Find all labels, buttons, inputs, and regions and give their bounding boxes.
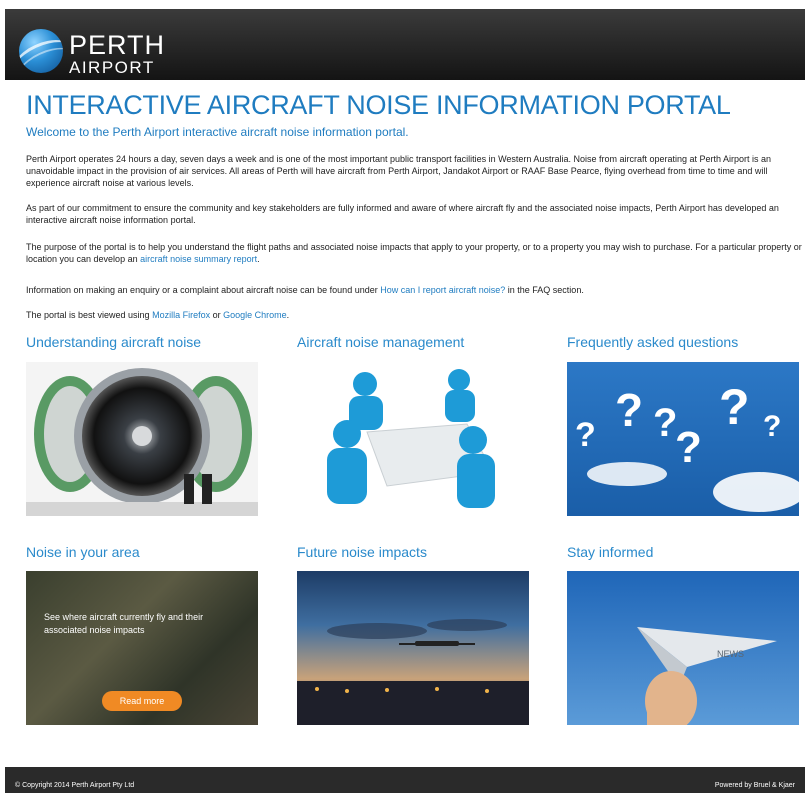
intro-paragraph-4: Information on making an enquiry or a co… — [26, 284, 802, 296]
welcome-text: Welcome to the Perth Airport interactive… — [26, 125, 409, 139]
paragraph-5-mid: or — [210, 310, 224, 320]
site-footer: © Copyright 2014 Perth Airport Pty Ltd P… — [5, 767, 805, 793]
section-title-stay-informed[interactable]: Stay informed — [567, 544, 653, 560]
section-title-noise-in-area[interactable]: Noise in your area — [26, 544, 140, 560]
intro-paragraph-5: The portal is best viewed using Mozilla … — [26, 309, 802, 321]
faq-clouds-image[interactable]: ? ? ? ? ? ? — [567, 362, 799, 516]
section-title-noise-management[interactable]: Aircraft noise management — [297, 334, 464, 350]
paragraph-4-text: Information on making an enquiry or a co… — [26, 285, 381, 295]
report-noise-faq-link[interactable]: How can I report aircraft noise? — [380, 285, 505, 295]
perth-airport-logo-icon[interactable] — [19, 29, 63, 73]
paragraph-5-text: The portal is best viewed using — [26, 310, 153, 320]
question-cloud-icon: ? ? ? ? ? ? — [575, 379, 799, 512]
brand-subname[interactable]: AIRPORT — [69, 59, 155, 76]
powered-by-text[interactable]: Powered by Bruel & Kjaer — [715, 782, 795, 789]
puzzle-figures-icon — [327, 369, 495, 508]
paper-plane-icon: NEWS — [637, 627, 777, 725]
chrome-link[interactable]: Google Chrome — [223, 310, 287, 320]
svg-text:?: ? — [653, 401, 677, 445]
intro-paragraph-3: The purpose of the portal is to help you… — [26, 241, 802, 265]
paragraph-5-end: . — [286, 310, 290, 320]
svg-text:?: ? — [719, 379, 750, 435]
paper-plane-text: NEWS — [717, 649, 744, 659]
future-noise-image[interactable] — [297, 571, 529, 725]
svg-text:?: ? — [615, 384, 643, 436]
section-title-faq[interactable]: Frequently asked questions — [567, 334, 738, 350]
stay-informed-image[interactable]: NEWS — [567, 571, 799, 725]
read-more-button[interactable]: Read more — [102, 691, 182, 711]
intro-paragraph-1: Perth Airport operates 24 hours a day, s… — [26, 154, 772, 188]
section-title-future-impacts[interactable]: Future noise impacts — [297, 544, 427, 560]
paragraph-3-end: . — [257, 254, 260, 264]
brand-name[interactable]: PERTH — [69, 32, 165, 59]
svg-text:?: ? — [575, 416, 596, 454]
copyright-text: © Copyright 2014 Perth Airport Pty Ltd — [15, 782, 135, 789]
jet-engine-icon — [26, 368, 258, 516]
jet-engine-image[interactable] — [26, 362, 258, 516]
svg-text:?: ? — [763, 410, 781, 443]
page-title: INTERACTIVE AIRCRAFT NOISE INFORMATION P… — [26, 90, 731, 120]
site-header: PERTH AIRPORT — [5, 9, 805, 80]
noise-area-map-image[interactable]: See where aircraft currently fly and the… — [26, 571, 258, 725]
noise-area-overlay-text: See where aircraft currently fly and the… — [44, 612, 204, 635]
section-title-understanding-noise[interactable]: Understanding aircraft noise — [26, 334, 201, 350]
noise-summary-report-link[interactable]: aircraft noise summary report — [140, 254, 257, 264]
paragraph-4-end: in the FAQ section. — [505, 285, 584, 295]
airplane-icon — [297, 619, 529, 725]
puzzle-teamwork-image[interactable] — [297, 362, 529, 516]
intro-paragraph-2: As part of our commitment to ensure the … — [26, 203, 779, 225]
firefox-link[interactable]: Mozilla Firefox — [152, 310, 210, 320]
svg-text:?: ? — [675, 423, 702, 472]
